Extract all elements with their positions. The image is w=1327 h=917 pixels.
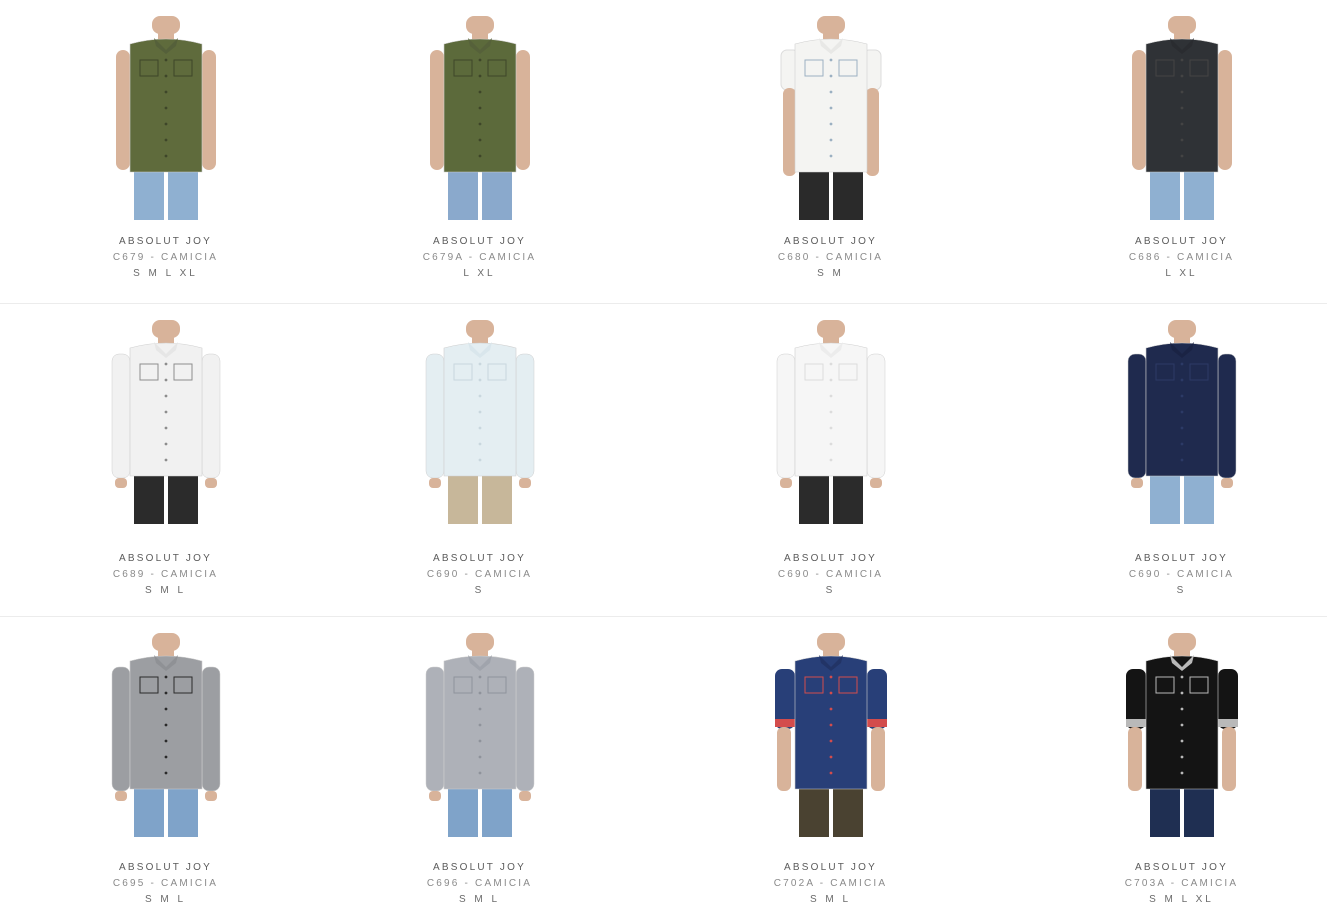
product-row: ABSOLUT JOY C679 - CAMICIA S M L XL ABSO… [0, 0, 1327, 304]
product-sizes: S [1176, 585, 1187, 596]
product-model[interactable]: C679A - CAMICIA [314, 252, 645, 263]
product-brand: ABSOLUT JOY [119, 553, 212, 564]
product-image[interactable] [410, 320, 550, 524]
model-figure [425, 633, 534, 837]
product-brand: ABSOLUT JOY [784, 236, 877, 247]
product-model[interactable]: C690 - CAMICIA [1016, 569, 1327, 580]
product-card[interactable]: ABSOLUT JOY C703A - CAMICIA S M L XL [1016, 617, 1327, 917]
product-brand: ABSOLUT JOY [433, 236, 526, 247]
product-sizes: S M L XL [133, 268, 198, 279]
product-brand: ABSOLUT JOY [433, 553, 526, 564]
product-image[interactable] [96, 16, 236, 220]
model-figure [774, 633, 887, 837]
product-brand: ABSOLUT JOY [1135, 553, 1228, 564]
product-card[interactable]: ABSOLUT JOY C689 - CAMICIA S M L [0, 304, 331, 616]
product-sizes: L XL [463, 268, 496, 279]
product-row: ABSOLUT JOY C689 - CAMICIA S M L ABSOLUT… [0, 304, 1327, 617]
product-card[interactable]: ABSOLUT JOY C690 - CAMICIA S [665, 304, 996, 616]
product-sizes: S M L [144, 894, 187, 905]
product-image[interactable] [1112, 633, 1252, 837]
product-model[interactable]: C679 - CAMICIA [0, 252, 331, 263]
model-figure [425, 320, 534, 524]
product-card[interactable]: ABSOLUT JOY C695 - CAMICIA S M L [0, 617, 331, 917]
product-card[interactable]: ABSOLUT JOY C702A - CAMICIA S M L [665, 617, 996, 917]
model-figure [115, 16, 216, 220]
product-card[interactable]: ABSOLUT JOY C679 - CAMICIA S M L XL [0, 0, 331, 303]
product-card[interactable]: ABSOLUT JOY C690 - CAMICIA S [314, 304, 645, 616]
product-image[interactable] [410, 16, 550, 220]
product-model[interactable]: C686 - CAMICIA [1016, 252, 1327, 263]
product-model[interactable]: C702A - CAMICIA [665, 878, 996, 889]
product-image[interactable] [1112, 16, 1252, 220]
model-figure [429, 16, 530, 220]
product-image[interactable] [96, 320, 236, 524]
product-row: ABSOLUT JOY C695 - CAMICIA S M L ABSOLUT… [0, 617, 1327, 917]
product-sizes: S M L XL [1149, 894, 1214, 905]
product-brand: ABSOLUT JOY [1135, 862, 1228, 873]
product-brand: ABSOLUT JOY [1135, 236, 1228, 247]
product-model[interactable]: C680 - CAMICIA [665, 252, 996, 263]
product-model[interactable]: C690 - CAMICIA [314, 569, 645, 580]
model-figure [780, 16, 881, 220]
product-model[interactable]: C695 - CAMICIA [0, 878, 331, 889]
product-card[interactable]: ABSOLUT JOY C690 - CAMICIA S [1016, 304, 1327, 616]
product-sizes: S M L [144, 585, 187, 596]
product-model[interactable]: C703A - CAMICIA [1016, 878, 1327, 889]
product-brand: ABSOLUT JOY [119, 862, 212, 873]
product-card[interactable]: ABSOLUT JOY C686 - CAMICIA L XL [1016, 0, 1327, 303]
model-figure [1125, 633, 1238, 837]
model-figure [1131, 16, 1232, 220]
model-figure [1127, 320, 1236, 524]
product-image[interactable] [761, 320, 901, 524]
model-figure [111, 320, 220, 524]
product-model[interactable]: C696 - CAMICIA [314, 878, 645, 889]
product-brand: ABSOLUT JOY [433, 862, 526, 873]
product-model[interactable]: C690 - CAMICIA [665, 569, 996, 580]
product-image[interactable] [410, 633, 550, 837]
model-figure [111, 633, 220, 837]
product-sizes: S M L [458, 894, 501, 905]
product-grid: ABSOLUT JOY C679 - CAMICIA S M L XL ABSO… [0, 0, 1327, 917]
product-sizes: S M [817, 268, 844, 279]
product-image[interactable] [96, 633, 236, 837]
product-image[interactable] [1112, 320, 1252, 524]
product-image[interactable] [761, 633, 901, 837]
product-brand: ABSOLUT JOY [784, 553, 877, 564]
product-image[interactable] [761, 16, 901, 220]
model-figure [776, 320, 885, 524]
product-sizes: S [825, 585, 836, 596]
product-model[interactable]: C689 - CAMICIA [0, 569, 331, 580]
product-card[interactable]: ABSOLUT JOY C680 - CAMICIA S M [665, 0, 996, 303]
product-sizes: S [474, 585, 485, 596]
product-brand: ABSOLUT JOY [119, 236, 212, 247]
product-sizes: L XL [1165, 268, 1198, 279]
product-card[interactable]: ABSOLUT JOY C696 - CAMICIA S M L [314, 617, 645, 917]
product-card[interactable]: ABSOLUT JOY C679A - CAMICIA L XL [314, 0, 645, 303]
product-brand: ABSOLUT JOY [784, 862, 877, 873]
product-sizes: S M L [809, 894, 852, 905]
